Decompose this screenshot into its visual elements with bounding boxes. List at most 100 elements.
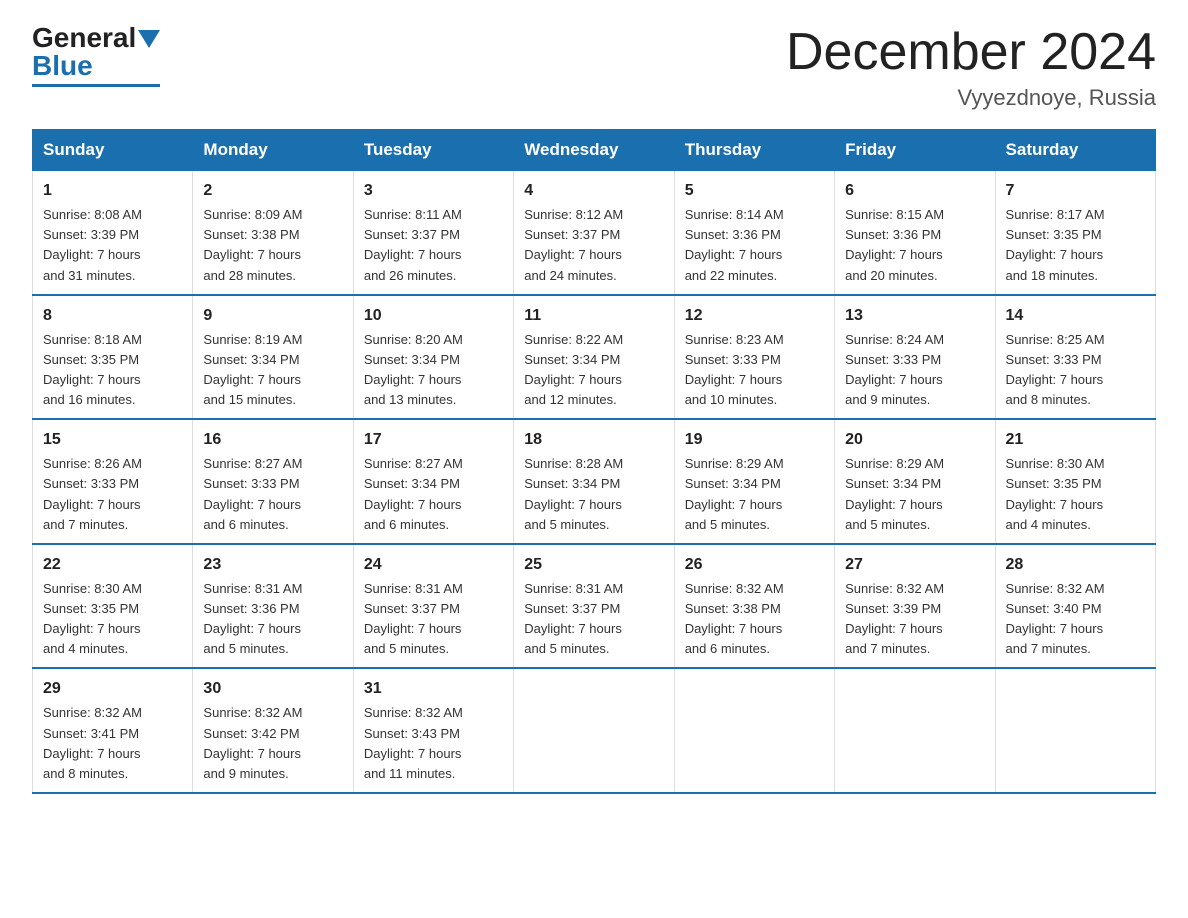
day-number: 10: [364, 304, 503, 328]
calendar-day-cell: 27Sunrise: 8:32 AMSunset: 3:39 PMDayligh…: [835, 544, 995, 669]
day-info: Sunrise: 8:32 AMSunset: 3:41 PMDaylight:…: [43, 703, 182, 784]
header-sunday: Sunday: [33, 130, 193, 171]
logo-general-text: General: [32, 24, 136, 52]
header-friday: Friday: [835, 130, 995, 171]
calendar-day-cell: 11Sunrise: 8:22 AMSunset: 3:34 PMDayligh…: [514, 295, 674, 420]
calendar-day-cell: 1Sunrise: 8:08 AMSunset: 3:39 PMDaylight…: [33, 171, 193, 295]
calendar-week-row: 15Sunrise: 8:26 AMSunset: 3:33 PMDayligh…: [33, 419, 1156, 544]
calendar-day-cell: 6Sunrise: 8:15 AMSunset: 3:36 PMDaylight…: [835, 171, 995, 295]
day-number: 15: [43, 428, 182, 452]
calendar-day-cell: 30Sunrise: 8:32 AMSunset: 3:42 PMDayligh…: [193, 668, 353, 793]
page-header: General Blue December 2024 Vyyezdnoye, R…: [32, 24, 1156, 111]
calendar-week-row: 8Sunrise: 8:18 AMSunset: 3:35 PMDaylight…: [33, 295, 1156, 420]
day-info: Sunrise: 8:31 AMSunset: 3:37 PMDaylight:…: [364, 579, 503, 660]
day-info: Sunrise: 8:19 AMSunset: 3:34 PMDaylight:…: [203, 330, 342, 411]
calendar-day-cell: 15Sunrise: 8:26 AMSunset: 3:33 PMDayligh…: [33, 419, 193, 544]
day-info: Sunrise: 8:12 AMSunset: 3:37 PMDaylight:…: [524, 205, 663, 286]
day-info: Sunrise: 8:32 AMSunset: 3:39 PMDaylight:…: [845, 579, 984, 660]
calendar-day-cell: 20Sunrise: 8:29 AMSunset: 3:34 PMDayligh…: [835, 419, 995, 544]
day-info: Sunrise: 8:30 AMSunset: 3:35 PMDaylight:…: [1006, 454, 1145, 535]
calendar-day-cell: 23Sunrise: 8:31 AMSunset: 3:36 PMDayligh…: [193, 544, 353, 669]
day-info: Sunrise: 8:09 AMSunset: 3:38 PMDaylight:…: [203, 205, 342, 286]
day-info: Sunrise: 8:14 AMSunset: 3:36 PMDaylight:…: [685, 205, 824, 286]
day-number: 21: [1006, 428, 1145, 452]
day-info: Sunrise: 8:29 AMSunset: 3:34 PMDaylight:…: [845, 454, 984, 535]
day-number: 3: [364, 179, 503, 203]
day-info: Sunrise: 8:17 AMSunset: 3:35 PMDaylight:…: [1006, 205, 1145, 286]
day-number: 7: [1006, 179, 1145, 203]
logo: General Blue: [32, 24, 160, 87]
day-info: Sunrise: 8:31 AMSunset: 3:36 PMDaylight:…: [203, 579, 342, 660]
day-number: 31: [364, 677, 503, 701]
day-info: Sunrise: 8:24 AMSunset: 3:33 PMDaylight:…: [845, 330, 984, 411]
calendar-day-cell: 5Sunrise: 8:14 AMSunset: 3:36 PMDaylight…: [674, 171, 834, 295]
day-number: 26: [685, 553, 824, 577]
calendar-day-cell: 22Sunrise: 8:30 AMSunset: 3:35 PMDayligh…: [33, 544, 193, 669]
calendar-day-cell: 10Sunrise: 8:20 AMSunset: 3:34 PMDayligh…: [353, 295, 513, 420]
header-monday: Monday: [193, 130, 353, 171]
calendar-day-cell: 28Sunrise: 8:32 AMSunset: 3:40 PMDayligh…: [995, 544, 1155, 669]
day-number: 2: [203, 179, 342, 203]
calendar-day-cell: 3Sunrise: 8:11 AMSunset: 3:37 PMDaylight…: [353, 171, 513, 295]
calendar-day-cell: 14Sunrise: 8:25 AMSunset: 3:33 PMDayligh…: [995, 295, 1155, 420]
day-number: 5: [685, 179, 824, 203]
day-number: 25: [524, 553, 663, 577]
calendar-day-cell: 19Sunrise: 8:29 AMSunset: 3:34 PMDayligh…: [674, 419, 834, 544]
day-number: 6: [845, 179, 984, 203]
day-number: 16: [203, 428, 342, 452]
day-number: 17: [364, 428, 503, 452]
calendar-week-row: 29Sunrise: 8:32 AMSunset: 3:41 PMDayligh…: [33, 668, 1156, 793]
calendar-day-cell: 25Sunrise: 8:31 AMSunset: 3:37 PMDayligh…: [514, 544, 674, 669]
calendar-day-cell: 16Sunrise: 8:27 AMSunset: 3:33 PMDayligh…: [193, 419, 353, 544]
day-info: Sunrise: 8:18 AMSunset: 3:35 PMDaylight:…: [43, 330, 182, 411]
calendar-day-cell: 26Sunrise: 8:32 AMSunset: 3:38 PMDayligh…: [674, 544, 834, 669]
header-saturday: Saturday: [995, 130, 1155, 171]
day-number: 27: [845, 553, 984, 577]
day-number: 13: [845, 304, 984, 328]
day-number: 24: [364, 553, 503, 577]
logo-blue-text: Blue: [32, 52, 93, 80]
calendar-day-cell: 8Sunrise: 8:18 AMSunset: 3:35 PMDaylight…: [33, 295, 193, 420]
day-info: Sunrise: 8:15 AMSunset: 3:36 PMDaylight:…: [845, 205, 984, 286]
day-info: Sunrise: 8:32 AMSunset: 3:43 PMDaylight:…: [364, 703, 503, 784]
day-number: 19: [685, 428, 824, 452]
day-info: Sunrise: 8:29 AMSunset: 3:34 PMDaylight:…: [685, 454, 824, 535]
day-info: Sunrise: 8:26 AMSunset: 3:33 PMDaylight:…: [43, 454, 182, 535]
calendar-week-row: 1Sunrise: 8:08 AMSunset: 3:39 PMDaylight…: [33, 171, 1156, 295]
header-tuesday: Tuesday: [353, 130, 513, 171]
day-number: 8: [43, 304, 182, 328]
day-info: Sunrise: 8:27 AMSunset: 3:33 PMDaylight:…: [203, 454, 342, 535]
logo-triangle-icon: [138, 30, 160, 48]
calendar-day-cell: [674, 668, 834, 793]
calendar-day-cell: 24Sunrise: 8:31 AMSunset: 3:37 PMDayligh…: [353, 544, 513, 669]
day-number: 30: [203, 677, 342, 701]
day-number: 23: [203, 553, 342, 577]
weekday-header-row: Sunday Monday Tuesday Wednesday Thursday…: [33, 130, 1156, 171]
day-number: 9: [203, 304, 342, 328]
day-info: Sunrise: 8:23 AMSunset: 3:33 PMDaylight:…: [685, 330, 824, 411]
day-info: Sunrise: 8:31 AMSunset: 3:37 PMDaylight:…: [524, 579, 663, 660]
calendar-week-row: 22Sunrise: 8:30 AMSunset: 3:35 PMDayligh…: [33, 544, 1156, 669]
calendar-day-cell: 31Sunrise: 8:32 AMSunset: 3:43 PMDayligh…: [353, 668, 513, 793]
day-info: Sunrise: 8:25 AMSunset: 3:33 PMDaylight:…: [1006, 330, 1145, 411]
day-info: Sunrise: 8:27 AMSunset: 3:34 PMDaylight:…: [364, 454, 503, 535]
calendar-day-cell: 17Sunrise: 8:27 AMSunset: 3:34 PMDayligh…: [353, 419, 513, 544]
day-number: 14: [1006, 304, 1145, 328]
day-number: 29: [43, 677, 182, 701]
day-number: 1: [43, 179, 182, 203]
calendar-title: December 2024: [786, 24, 1156, 81]
day-number: 20: [845, 428, 984, 452]
calendar-day-cell: 18Sunrise: 8:28 AMSunset: 3:34 PMDayligh…: [514, 419, 674, 544]
calendar-day-cell: 9Sunrise: 8:19 AMSunset: 3:34 PMDaylight…: [193, 295, 353, 420]
calendar-day-cell: 29Sunrise: 8:32 AMSunset: 3:41 PMDayligh…: [33, 668, 193, 793]
calendar-day-cell: 21Sunrise: 8:30 AMSunset: 3:35 PMDayligh…: [995, 419, 1155, 544]
day-number: 22: [43, 553, 182, 577]
title-block: December 2024 Vyyezdnoye, Russia: [786, 24, 1156, 111]
day-number: 11: [524, 304, 663, 328]
calendar-day-cell: 12Sunrise: 8:23 AMSunset: 3:33 PMDayligh…: [674, 295, 834, 420]
day-info: Sunrise: 8:20 AMSunset: 3:34 PMDaylight:…: [364, 330, 503, 411]
day-info: Sunrise: 8:30 AMSunset: 3:35 PMDaylight:…: [43, 579, 182, 660]
day-info: Sunrise: 8:32 AMSunset: 3:38 PMDaylight:…: [685, 579, 824, 660]
day-info: Sunrise: 8:08 AMSunset: 3:39 PMDaylight:…: [43, 205, 182, 286]
calendar-day-cell: [995, 668, 1155, 793]
